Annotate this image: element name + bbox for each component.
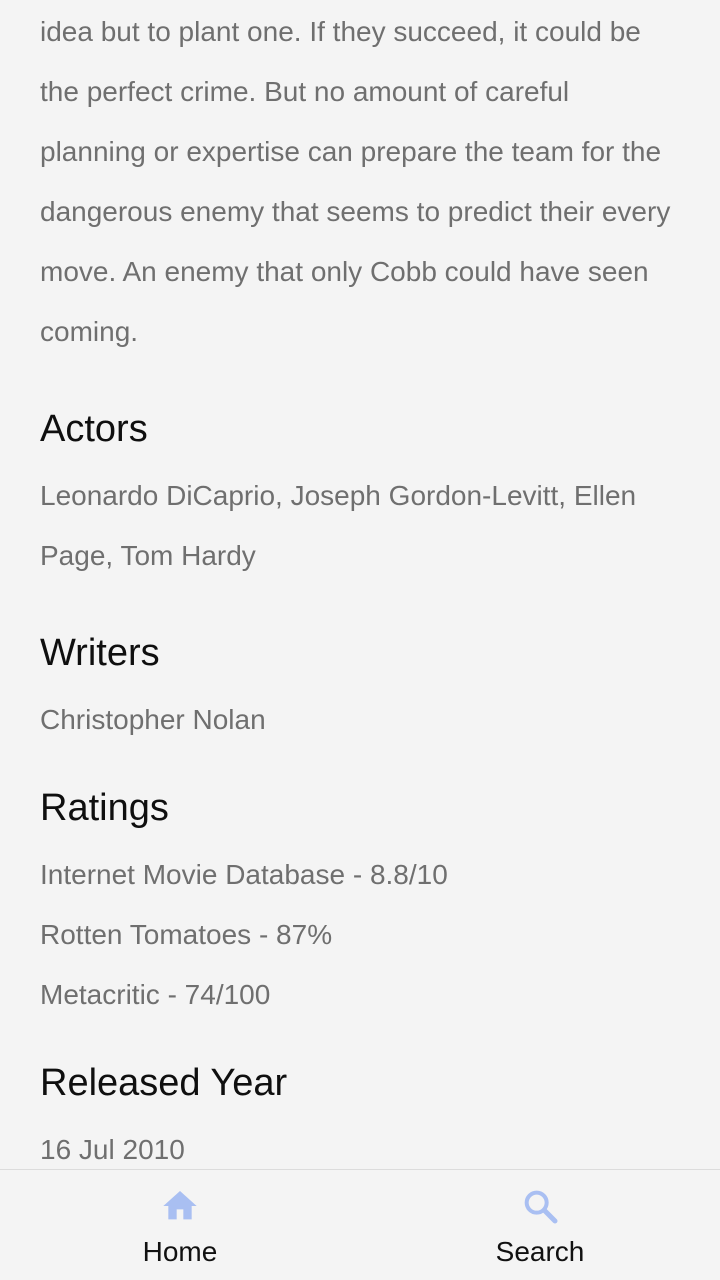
nav-search-button[interactable]: Search — [360, 1170, 720, 1280]
rating-item-imdb: Internet Movie Database - 8.8/10 — [40, 859, 448, 890]
rating-item-rotten-tomatoes: Rotten Tomatoes - 87% — [40, 919, 333, 950]
nav-home-button[interactable]: Home — [0, 1170, 360, 1280]
ratings-heading: Ratings — [40, 787, 169, 829]
bottom-navigation: Home Search — [0, 1169, 720, 1280]
nav-search-label: Search — [495, 1236, 585, 1267]
released-heading: Released Year — [40, 1062, 288, 1104]
released-date-text: 16 Jul 2010 — [40, 1134, 185, 1165]
writers-text: Christopher Nolan — [40, 704, 266, 735]
movie-details-content: idea but to plant one. If they succeed, … — [40, 0, 680, 1168]
home-icon — [163, 1191, 197, 1220]
rating-item-metacritic: Metacritic - 74/100 — [40, 979, 271, 1010]
search-icon — [524, 1190, 558, 1224]
actors-text: Leonardo DiCaprio, Joseph Gordon-Levitt,… — [40, 480, 637, 571]
writers-heading: Writers — [40, 632, 160, 674]
actors-heading: Actors — [40, 408, 148, 450]
nav-home-label: Home — [142, 1236, 218, 1267]
plot-text: idea but to plant one. If they succeed, … — [40, 16, 671, 347]
